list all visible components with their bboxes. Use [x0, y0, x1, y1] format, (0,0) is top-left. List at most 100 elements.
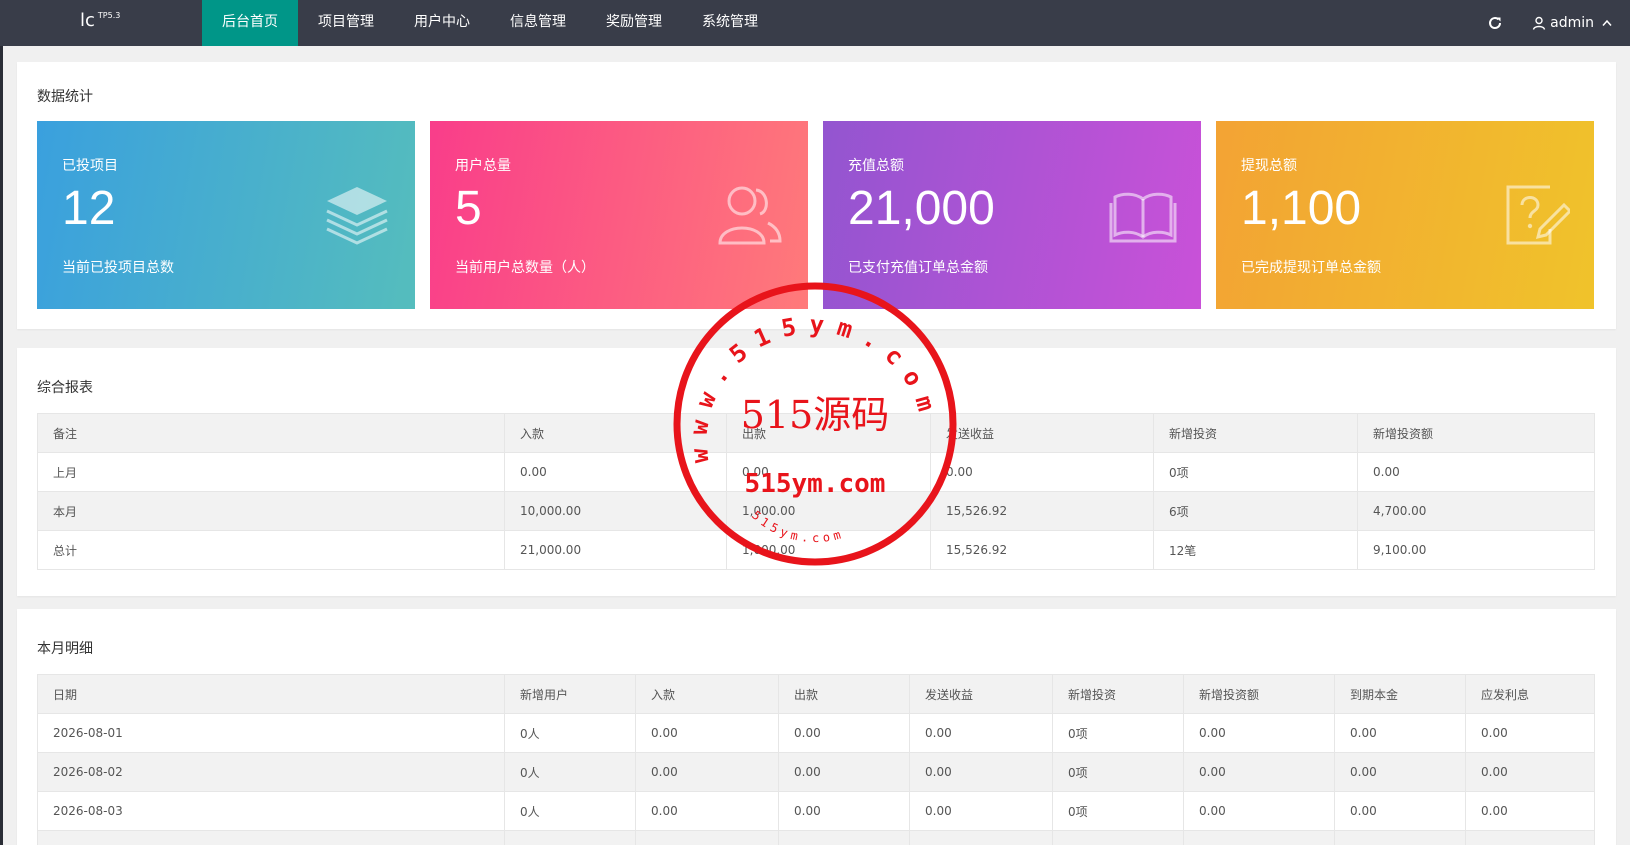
- table-cell: 0.00: [635, 752, 779, 792]
- table-header-row: 备注 入款 出款 发送收益 新增投资 新增投资额: [37, 413, 1595, 453]
- stat-desc: 已完成提现订单总金额: [1241, 260, 1381, 276]
- table-cell: 0项: [1153, 452, 1358, 492]
- stat-card-withdraw[interactable]: 提现总额 1,100 已完成提现订单总金额: [1216, 121, 1594, 309]
- table-cell: 0.00: [909, 713, 1053, 753]
- table-cell: 1,000.00: [726, 491, 931, 531]
- nav-home[interactable]: 后台首页: [202, 0, 298, 46]
- stat-label: 充值总额: [848, 158, 904, 174]
- table-cell: 0.00: [1334, 752, 1466, 792]
- user-icon: [1532, 16, 1546, 30]
- table-cell: 0人: [504, 752, 636, 792]
- table-cell: 0.00: [1465, 752, 1595, 792]
- table-cell: [778, 830, 910, 845]
- monthly-title: 本月明细: [37, 641, 93, 657]
- stat-desc: 当前已投项目总数: [62, 260, 174, 276]
- table-cell: [37, 830, 505, 845]
- table-cell: 15,526.92: [930, 530, 1154, 570]
- table-cell: 1,000.00: [726, 530, 931, 570]
- nav-user-center[interactable]: 用户中心: [394, 0, 490, 46]
- stat-value: 12: [62, 182, 116, 235]
- logo-text: lc: [80, 10, 95, 31]
- table-cell: 10,000.00: [504, 491, 727, 531]
- column-header: 入款: [504, 413, 727, 453]
- table-row: 2026-08-03 0人 0.00 0.00 0.00 0项 0.00 0.0…: [37, 791, 1595, 831]
- table-cell: 0.00: [1334, 791, 1466, 831]
- table-cell: 0.00: [909, 752, 1053, 792]
- column-header: 应发利息: [1465, 674, 1595, 714]
- chevron-up-icon: [1602, 19, 1612, 26]
- layers-icon: [326, 187, 388, 245]
- column-header: 日期: [37, 674, 505, 714]
- table-row: 上月 0.00 0.00 0.00 0项 0.00: [37, 452, 1595, 492]
- table-row: 总计 21,000.00 1,000.00 15,526.92 12笔 9,10…: [37, 530, 1595, 570]
- table-cell: 0.00: [1357, 452, 1595, 492]
- refresh-button[interactable]: [1478, 0, 1512, 46]
- table-cell: 0项: [1052, 752, 1184, 792]
- users-icon: [718, 186, 782, 245]
- table-cell: 0.00: [778, 791, 910, 831]
- stat-value: 5: [455, 182, 482, 235]
- stat-label: 用户总量: [455, 158, 511, 174]
- nav-system-management[interactable]: 系统管理: [682, 0, 778, 46]
- table-cell: 12笔: [1153, 530, 1358, 570]
- column-header: 发送收益: [930, 413, 1154, 453]
- sidebar-edge: [0, 46, 3, 845]
- table-row: 2026-08-02 0人 0.00 0.00 0.00 0项 0.00 0.0…: [37, 752, 1595, 792]
- stat-label: 已投项目: [62, 158, 118, 174]
- top-navigation-bar: lc TP5.3 后台首页 项目管理 用户中心 信息管理 奖励管理 系统管理 ad…: [0, 0, 1630, 46]
- question-edit-icon: [1506, 185, 1570, 245]
- table-cell: 0.00: [930, 452, 1154, 492]
- table-cell: 0.00: [1465, 713, 1595, 753]
- table-cell: 0人: [504, 713, 636, 753]
- table-cell: [635, 830, 779, 845]
- table-cell: 0.00: [778, 752, 910, 792]
- table-cell: 21,000.00: [504, 530, 727, 570]
- stats-title: 数据统计: [37, 89, 93, 105]
- table-cell: 0.00: [504, 452, 727, 492]
- table-cell: [1334, 830, 1466, 845]
- refresh-icon: [1489, 17, 1502, 29]
- report-title: 综合报表: [37, 380, 93, 396]
- table-cell: 0.00: [1183, 791, 1335, 831]
- table-cell: [1183, 830, 1335, 845]
- logo-version: TP5.3: [97, 11, 121, 20]
- stat-value: 21,000: [848, 182, 995, 235]
- stat-desc: 当前用户总数量（人）: [455, 260, 595, 276]
- table-cell: 9,100.00: [1357, 530, 1595, 570]
- column-header: 入款: [635, 674, 779, 714]
- table-cell: 0.00: [778, 713, 910, 753]
- table-cell: [1052, 830, 1184, 845]
- table-cell: [504, 830, 636, 845]
- stat-label: 提现总额: [1241, 158, 1297, 174]
- table-cell: 0.00: [635, 713, 779, 753]
- report-table: 备注 入款 出款 发送收益 新增投资 新增投资额 上月 0.00 0.00 0.…: [37, 413, 1595, 570]
- column-header: 新增投资: [1153, 413, 1358, 453]
- table-cell: 0.00: [726, 452, 931, 492]
- user-menu[interactable]: admin: [1532, 15, 1630, 31]
- column-header: 新增投资额: [1183, 674, 1335, 714]
- table-cell: 2026-08-01: [37, 713, 505, 753]
- stat-card-users[interactable]: 用户总量 5 当前用户总数量（人）: [430, 121, 808, 309]
- table-cell: 0.00: [1465, 791, 1595, 831]
- column-header: 出款: [726, 413, 931, 453]
- table-cell: 上月: [37, 452, 505, 492]
- nav-project-management[interactable]: 项目管理: [298, 0, 394, 46]
- table-cell: 0.00: [1183, 752, 1335, 792]
- stat-value: 1,100: [1241, 182, 1362, 235]
- table-cell: [1465, 830, 1595, 845]
- nav-reward-management[interactable]: 奖励管理: [586, 0, 682, 46]
- table-row: [37, 830, 1595, 845]
- username: admin: [1550, 15, 1594, 31]
- table-cell: 0人: [504, 791, 636, 831]
- table-cell: 4,700.00: [1357, 491, 1595, 531]
- stat-card-recharge[interactable]: 充值总额 21,000 已支付充值订单总金额: [823, 121, 1201, 309]
- stat-card-projects[interactable]: 已投项目 12 当前已投项目总数: [37, 121, 415, 309]
- monthly-table: 日期 新增用户 入款 出款 发送收益 新增投资 新增投资额 到期本金 应发利息 …: [37, 674, 1595, 845]
- table-cell: 0项: [1052, 791, 1184, 831]
- table-row: 2026-08-01 0人 0.00 0.00 0.00 0项 0.00 0.0…: [37, 713, 1595, 753]
- column-header: 发送收益: [909, 674, 1053, 714]
- logo[interactable]: lc TP5.3: [80, 10, 120, 31]
- table-cell: 6项: [1153, 491, 1358, 531]
- nav-info-management[interactable]: 信息管理: [490, 0, 586, 46]
- column-header: 到期本金: [1334, 674, 1466, 714]
